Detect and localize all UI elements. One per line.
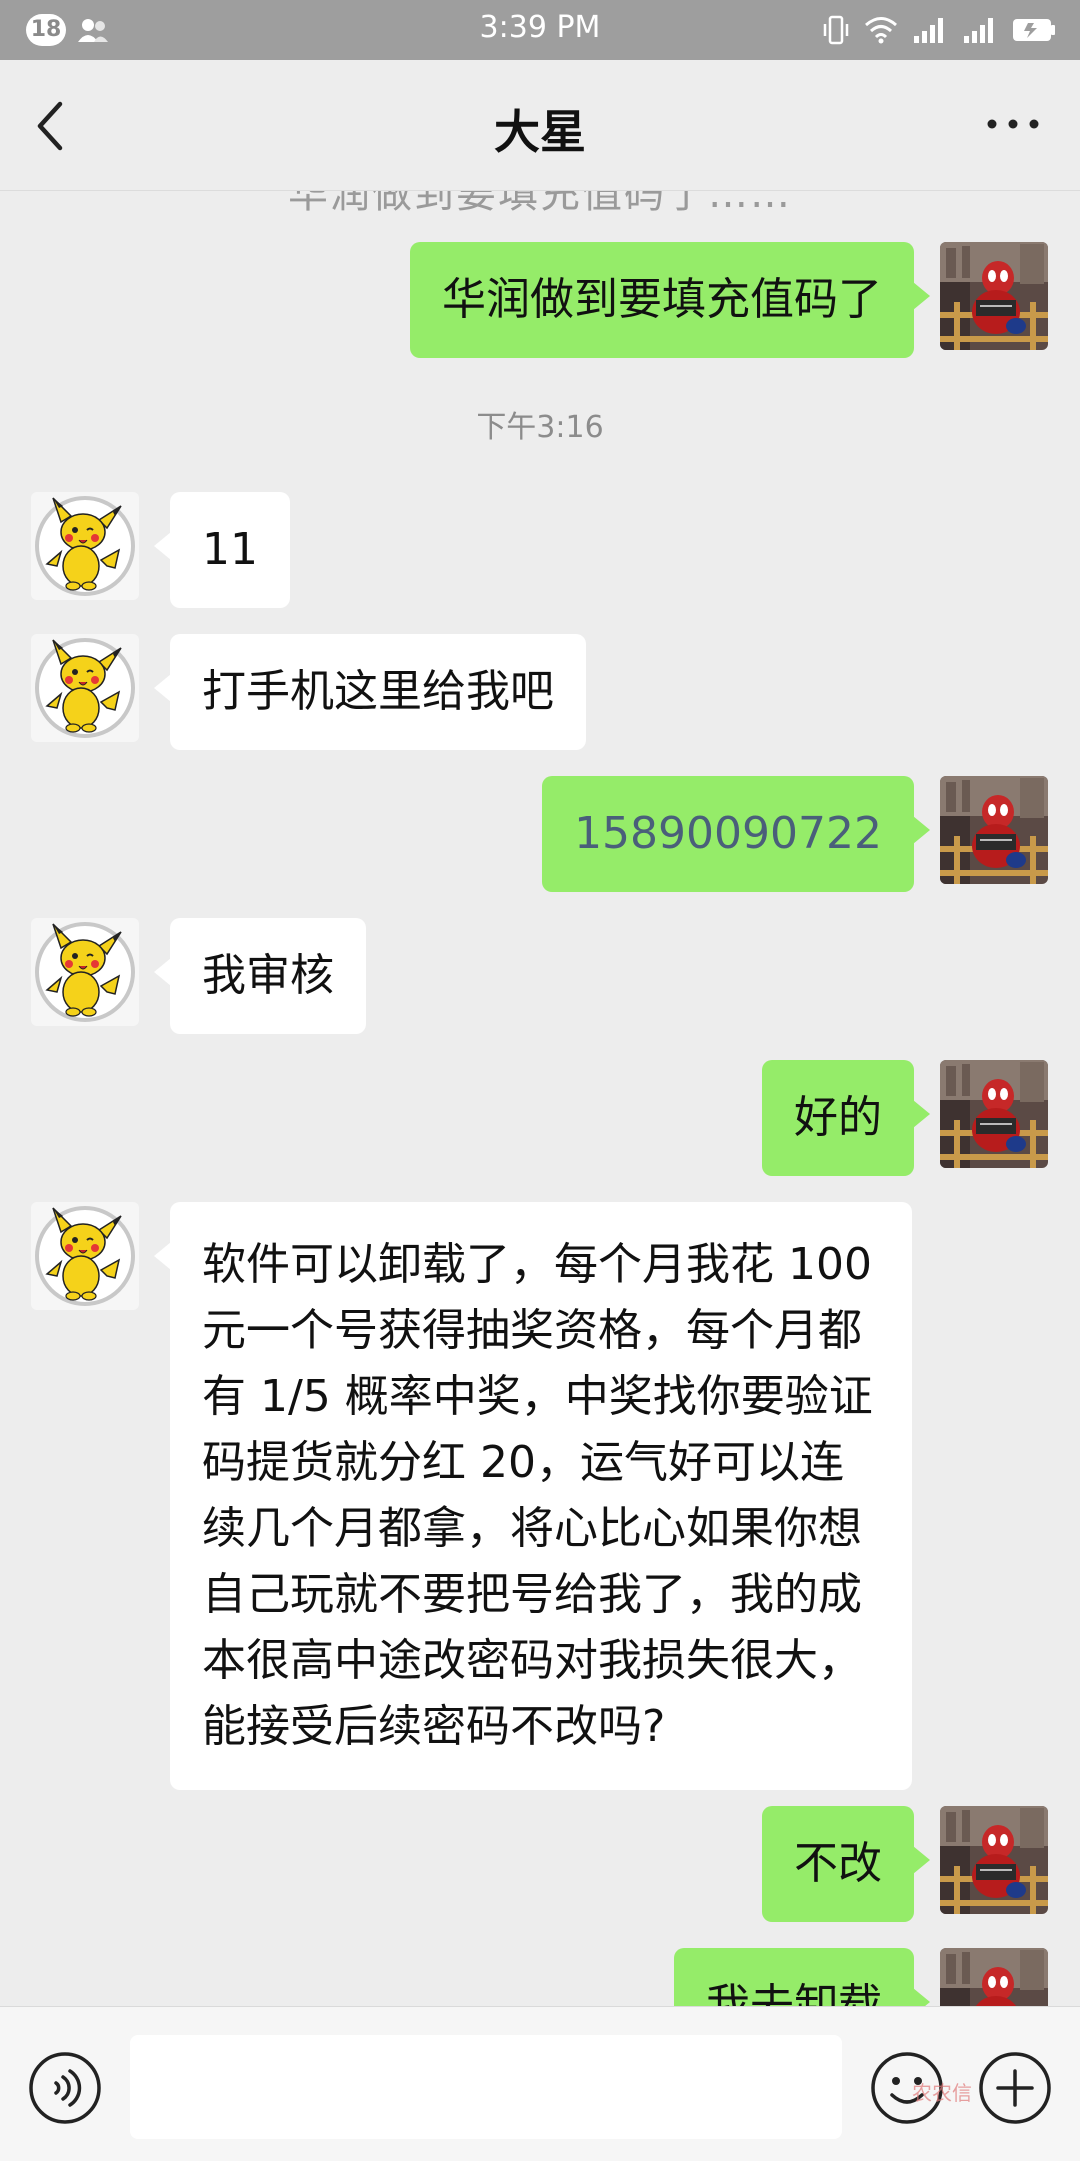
- message-bubble-incoming[interactable]: 11: [154, 492, 290, 608]
- vibrate-icon: [823, 15, 849, 45]
- message-bubble-incoming[interactable]: 我审核: [154, 918, 366, 1034]
- message-bubble-outgoing[interactable]: 不改: [762, 1806, 930, 1922]
- chat-header: 大星: [0, 60, 1080, 191]
- my-avatar[interactable]: [940, 242, 1048, 350]
- contact-avatar[interactable]: [31, 634, 139, 742]
- cutoff-message-text: 华润做到要填充值码了……: [288, 191, 792, 217]
- message-bubble-incoming[interactable]: 打手机这里给我吧: [154, 634, 586, 750]
- my-avatar[interactable]: [940, 1948, 1048, 2006]
- contact-avatar[interactable]: [31, 492, 139, 600]
- message-bubble-outgoing[interactable]: 华润做到要填充值码了: [410, 242, 930, 358]
- phone-number-bubble[interactable]: 15890090722: [542, 776, 930, 892]
- message-bubble-outgoing[interactable]: 好的: [762, 1060, 930, 1176]
- contact-avatar[interactable]: [31, 918, 139, 1026]
- watermark-logo: 农农信: [912, 2081, 972, 2105]
- message-timestamp: 下午3:16: [476, 410, 604, 445]
- message-input[interactable]: [130, 2035, 842, 2139]
- wifi-icon: [865, 17, 897, 44]
- my-avatar[interactable]: [940, 1060, 1048, 1168]
- voice-icon[interactable]: [28, 2051, 102, 2125]
- signal-icon-2: [964, 18, 993, 43]
- plus-icon[interactable]: [978, 2051, 1052, 2125]
- battery-charging-icon: [1013, 19, 1055, 41]
- contact-avatar[interactable]: [31, 1202, 139, 1310]
- message-bubble-outgoing[interactable]: 我去卸载: [674, 1948, 930, 2006]
- my-avatar[interactable]: [940, 776, 1048, 884]
- message-list[interactable]: 华润做到要填充值码了…… 华润做到要填充值码了 下午3:16 11 打手机这里给…: [0, 191, 1080, 2006]
- input-bar: 农农信: [0, 2006, 1080, 2161]
- my-avatar[interactable]: [940, 1806, 1048, 1914]
- status-bar: 18 3:39 PM: [0, 0, 1080, 60]
- signal-icon-1: [914, 18, 943, 43]
- message-bubble-incoming-long[interactable]: 软件可以卸载了，每个月我花 100 元一个号获得抽奖资格，每个月都有 1/5 概…: [154, 1202, 912, 1790]
- more-dots-icon[interactable]: [986, 116, 1040, 132]
- status-icons: [822, 12, 1056, 48]
- chat-title: 大星: [494, 105, 586, 159]
